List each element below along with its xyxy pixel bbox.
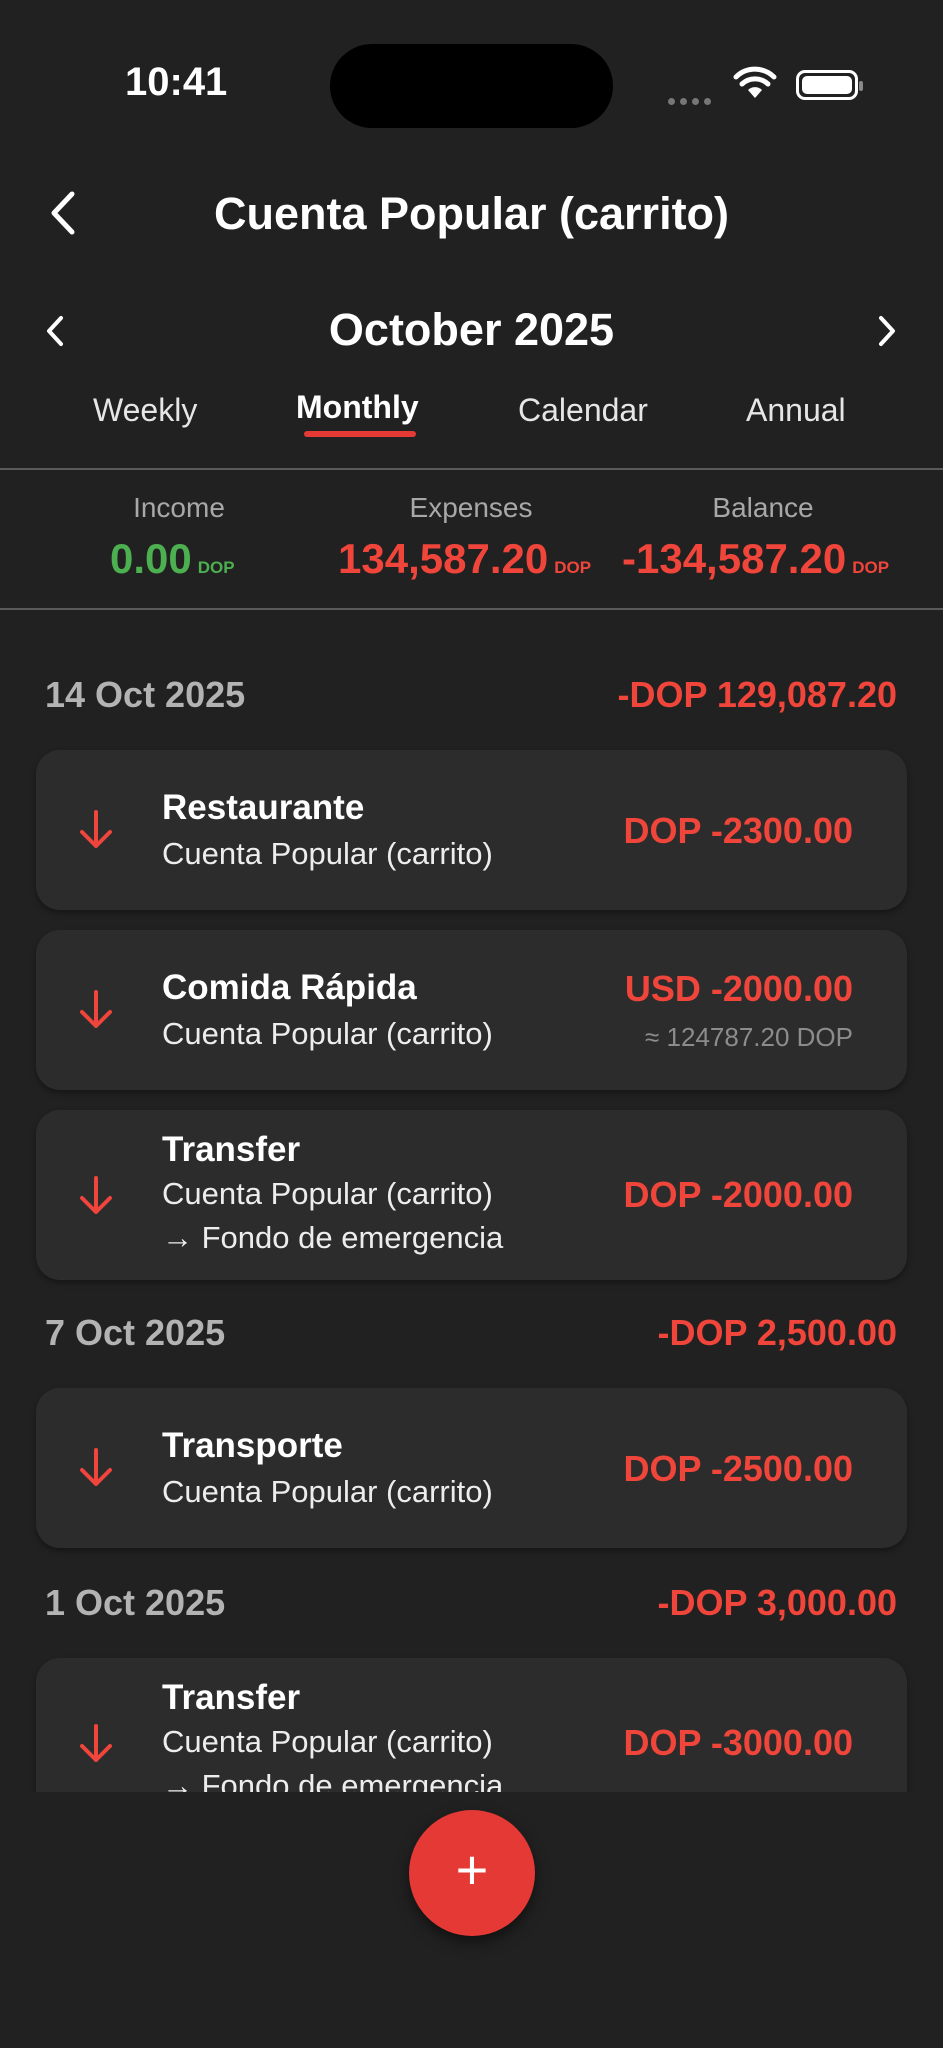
expenses-value: 134,587.20 DOP <box>338 535 591 583</box>
transaction-card[interactable]: Restaurante Cuenta Popular (carrito) DOP… <box>36 750 907 910</box>
transaction-card[interactable]: Transfer Cuenta Popular (carrito) → Fond… <box>36 1110 907 1280</box>
tab-monthly[interactable]: Monthly <box>296 389 419 426</box>
converted-amount: ≈ 124787.20 DOP <box>645 1022 853 1052</box>
transaction-card[interactable]: Comida Rápida Cuenta Popular (carrito) U… <box>36 930 907 1090</box>
arrow-down-icon <box>76 1446 116 1495</box>
battery-icon <box>796 70 863 100</box>
transaction-amount: DOP -2000.00 <box>623 1174 853 1215</box>
balance-currency: DOP <box>852 558 890 577</box>
group-total: -DOP 3,000.00 <box>657 1582 897 1623</box>
wifi-icon <box>733 66 777 105</box>
month-label: October 2025 <box>328 304 615 355</box>
dynamic-island <box>330 44 613 128</box>
transaction-category: Comida Rápida <box>162 968 417 1007</box>
income-value: 0.00 DOP <box>110 535 235 583</box>
divider <box>0 608 943 610</box>
transaction-amount: DOP -2300.00 <box>623 810 853 851</box>
balance-amount: -134,587.20 <box>622 535 847 582</box>
signal-icon <box>668 92 716 110</box>
transaction-account: Cuenta Popular (carrito) <box>162 836 493 871</box>
transaction-account: Cuenta Popular (carrito) <box>162 1176 493 1211</box>
chevron-right-icon[interactable] <box>876 314 898 353</box>
page-title: Cuenta Popular (carrito) <box>213 188 730 239</box>
group-total: -DOP 2,500.00 <box>657 1312 897 1353</box>
income-amount: 0.00 <box>110 535 192 582</box>
balance-label: Balance <box>712 492 814 523</box>
tab-calendar[interactable]: Calendar <box>518 392 648 429</box>
group-date: 1 Oct 2025 <box>45 1582 226 1623</box>
transaction-card[interactable]: Transporte Cuenta Popular (carrito) DOP … <box>36 1388 907 1548</box>
status-time: 10:41 <box>125 60 228 104</box>
transaction-amount: DOP -3000.00 <box>623 1722 853 1763</box>
arrow-down-icon <box>76 808 116 857</box>
add-transaction-button[interactable]: + <box>409 1810 535 1936</box>
transaction-account: Cuenta Popular (carrito) <box>162 1016 493 1051</box>
tab-annual[interactable]: Annual <box>746 392 846 429</box>
income-currency: DOP <box>197 558 235 577</box>
arrow-down-icon <box>76 988 116 1037</box>
expenses-currency: DOP <box>554 558 592 577</box>
active-tab-indicator <box>304 431 416 437</box>
divider <box>0 468 943 470</box>
income-label: Income <box>133 492 225 523</box>
expenses-label: Expenses <box>409 492 533 523</box>
transaction-category: Restaurante <box>162 788 365 827</box>
tab-weekly[interactable]: Weekly <box>93 392 197 429</box>
arrow-down-icon <box>76 1174 116 1223</box>
transfer-destination: → Fondo de emergencia <box>162 1768 504 1792</box>
transaction-amount: DOP -2500.00 <box>623 1448 853 1489</box>
transaction-account: Cuenta Popular (carrito) <box>162 1474 493 1509</box>
transfer-destination: → Fondo de emergencia <box>162 1220 504 1255</box>
transaction-list[interactable]: 14 Oct 2025 -DOP 129,087.20 Restaurante … <box>0 620 943 1792</box>
group-total: -DOP 129,087.20 <box>617 674 897 715</box>
transaction-card[interactable]: Transfer Cuenta Popular (carrito) → Fond… <box>36 1658 907 1792</box>
balance-value: -134,587.20 DOP <box>622 535 889 583</box>
transaction-category: Transfer <box>162 1678 301 1717</box>
transaction-category: Transporte <box>162 1426 343 1465</box>
group-date: 14 Oct 2025 <box>45 674 246 715</box>
plus-icon: + <box>455 1838 489 1901</box>
arrow-down-icon <box>76 1722 116 1771</box>
transaction-amount: USD -2000.00 <box>624 968 853 1009</box>
group-date: 7 Oct 2025 <box>45 1312 226 1353</box>
expenses-amount: 134,587.20 <box>338 535 549 582</box>
transaction-account: Cuenta Popular (carrito) <box>162 1724 493 1759</box>
transaction-category: Transfer <box>162 1130 301 1169</box>
